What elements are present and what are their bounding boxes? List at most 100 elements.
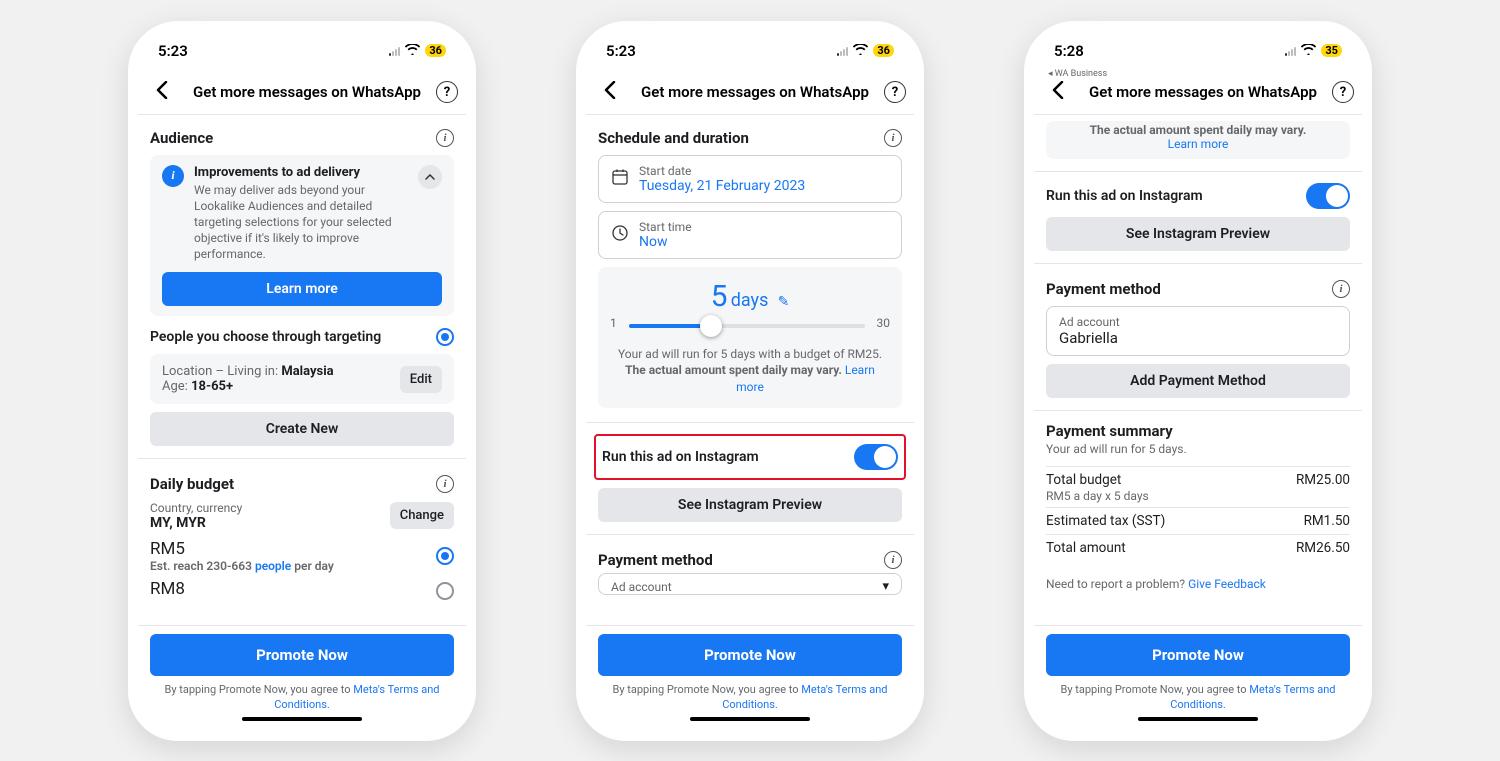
edit-button[interactable]: Edit <box>400 366 442 393</box>
cellular-icon <box>1285 46 1296 56</box>
days-number: 5 <box>711 279 728 314</box>
wifi-icon <box>853 44 868 58</box>
back-icon[interactable] <box>594 80 626 105</box>
page-title: Get more messages on WhatsApp <box>178 83 436 101</box>
create-new-button[interactable]: Create New <box>150 412 454 446</box>
row-total-budget-value: RM25.00 <box>1296 472 1350 488</box>
title-bar: Get more messages on WhatsApp ? <box>586 71 914 115</box>
ig-preview-button[interactable]: See Instagram Preview <box>1046 217 1350 251</box>
ig-toggle[interactable] <box>854 444 898 470</box>
promote-now-button[interactable]: Promote Now <box>1046 634 1350 676</box>
audience-heading: Audience <box>150 129 213 147</box>
status-icons: 36 <box>837 44 894 58</box>
budget-opt2-radio[interactable] <box>436 582 454 600</box>
ig-toggle[interactable] <box>1306 183 1350 209</box>
ad-account-field[interactable]: Ad account ▾ <box>598 573 902 595</box>
improve-body: We may deliver ads beyond your Lookalike… <box>194 182 408 263</box>
status-time: 5:23 <box>606 42 636 60</box>
start-time-label: Start time <box>639 220 692 234</box>
row-tax-value: RM1.50 <box>1304 513 1350 529</box>
budget-opt2-price: RM8 <box>150 579 185 599</box>
ad-account-value: Gabriella <box>1059 329 1118 347</box>
edit-days-icon[interactable]: ✎ <box>778 294 790 310</box>
improve-title: Improvements to ad delivery <box>194 165 408 180</box>
info-icon[interactable]: i <box>1332 280 1350 298</box>
phone-screen-2: 5:23 36 Get more messages on WhatsApp ? … <box>576 21 924 741</box>
ig-preview-button[interactable]: See Instagram Preview <box>598 488 902 522</box>
budget-opt1-reach: Est. reach 230-663 people per day <box>150 559 334 573</box>
currency-value: MY, MYR <box>150 515 242 531</box>
promote-now-button[interactable]: Promote Now <box>598 634 902 676</box>
targeting-option-label: People you choose through targeting <box>150 329 381 345</box>
cellular-icon <box>389 46 400 56</box>
row-tax-label: Estimated tax (SST) <box>1046 513 1165 529</box>
promote-now-button[interactable]: Promote Now <box>150 634 454 676</box>
status-bar: 5:28 35 <box>1034 31 1362 71</box>
chevron-down-icon: ▾ <box>882 579 889 594</box>
info-icon[interactable]: i <box>884 551 902 569</box>
back-icon[interactable] <box>146 80 178 105</box>
status-time: 5:23 <box>158 42 188 60</box>
help-icon[interactable]: ? <box>1332 81 1354 103</box>
targeting-radio[interactable] <box>436 328 454 346</box>
start-time-field[interactable]: Start time Now <box>598 211 902 259</box>
status-icons: 35 <box>1285 44 1342 58</box>
calendar-icon <box>611 169 629 189</box>
back-to-app[interactable]: ◂ WA Business <box>1048 69 1107 79</box>
wifi-icon <box>1301 44 1316 58</box>
currency-label: Country, currency <box>150 501 242 515</box>
age-label: Age: <box>162 379 188 394</box>
info-icon[interactable]: i <box>436 129 454 147</box>
back-icon[interactable] <box>1042 80 1074 105</box>
duration-card: 5 days ✎ 1 30 Your ad will run for 5 day… <box>598 267 902 408</box>
summary-heading: Payment summary <box>1046 422 1350 440</box>
agree-text: By tapping Promote Now, you agree to Met… <box>1046 682 1350 713</box>
duration-note: Your ad will run for 5 days with a budge… <box>610 346 890 396</box>
info-icon[interactable]: i <box>436 475 454 493</box>
page-title: Get more messages on WhatsApp <box>1074 83 1332 101</box>
status-bar: 5:23 36 <box>586 31 914 71</box>
ad-account-label: Ad account <box>611 580 672 594</box>
battery-indicator: 36 <box>873 44 894 57</box>
feedback-link[interactable]: Give Feedback <box>1188 577 1266 591</box>
location-label: Location – Living in: <box>162 364 278 379</box>
location-value: Malaysia <box>281 364 333 379</box>
duration-slider[interactable] <box>623 314 871 332</box>
budget-opt1-radio[interactable] <box>436 547 454 565</box>
start-time-value: Now <box>639 234 692 250</box>
help-icon[interactable]: ? <box>436 81 458 103</box>
ig-toggle-label: Run this ad on Instagram <box>1046 188 1203 204</box>
add-payment-button[interactable]: Add Payment Method <box>1046 364 1350 398</box>
home-indicator[interactable] <box>1138 717 1258 721</box>
home-indicator[interactable] <box>690 717 810 721</box>
info-icon[interactable]: i <box>884 129 902 147</box>
row-budget-sub: RM5 a day x 5 days <box>1046 489 1350 507</box>
change-button[interactable]: Change <box>390 502 454 529</box>
battery-indicator: 36 <box>425 44 446 57</box>
schedule-heading: Schedule and duration <box>598 129 749 147</box>
learn-more-button[interactable]: Learn more <box>162 272 442 306</box>
agree-text: By tapping Promote Now, you agree to Met… <box>150 682 454 713</box>
delivery-improvement-card: i Improvements to ad delivery We may del… <box>150 155 454 317</box>
status-icons: 36 <box>389 44 446 58</box>
slider-max: 30 <box>877 316 891 330</box>
help-icon[interactable]: ? <box>884 81 906 103</box>
learn-more-link[interactable]: Learn more <box>1168 137 1229 151</box>
payment-method-heading: Payment method <box>598 551 713 569</box>
feedback-text: Need to report a problem? Give Feedback <box>1046 577 1350 591</box>
slider-min: 1 <box>610 316 617 330</box>
start-date-field[interactable]: Start date Tuesday, 21 February 2023 <box>598 155 902 203</box>
ad-account-field[interactable]: Ad account Gabriella <box>1046 306 1350 356</box>
page-title: Get more messages on WhatsApp <box>626 83 884 101</box>
agree-text: By tapping Promote Now, you agree to Met… <box>598 682 902 713</box>
instagram-toggle-highlight: Run this ad on Instagram <box>594 434 906 480</box>
title-bar: Get more messages on WhatsApp ? <box>138 71 466 115</box>
ig-toggle-label: Run this ad on Instagram <box>602 449 759 465</box>
row-total-budget-label: Total budget <box>1046 472 1121 488</box>
status-time: 5:28 <box>1054 42 1084 60</box>
daily-budget-heading: Daily budget <box>150 475 234 493</box>
start-date-value: Tuesday, 21 February 2023 <box>639 178 805 194</box>
collapse-icon[interactable] <box>418 165 442 189</box>
home-indicator[interactable] <box>242 717 362 721</box>
days-word: days <box>731 290 769 311</box>
